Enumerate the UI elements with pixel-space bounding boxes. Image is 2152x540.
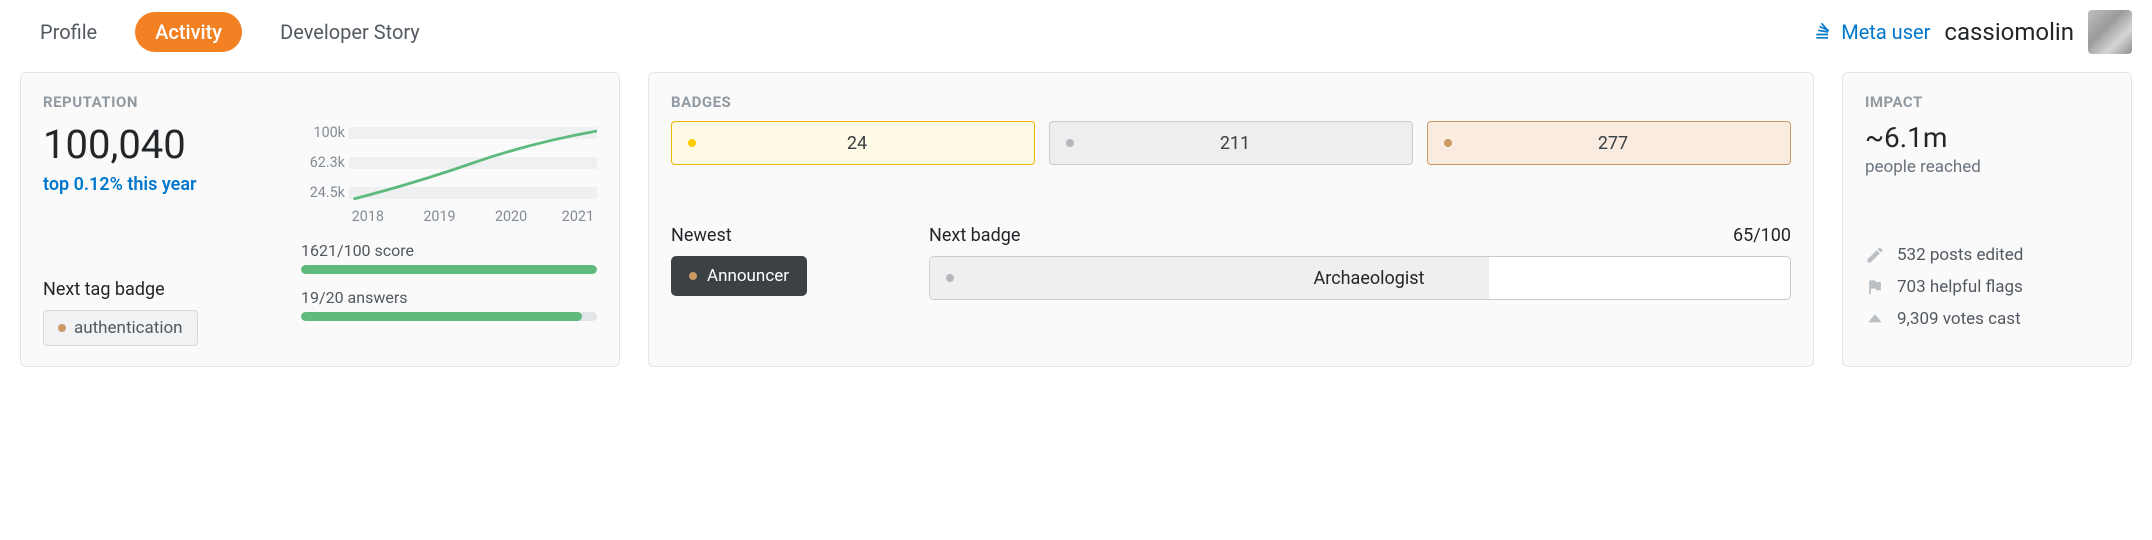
- chart-ytick-1: 62.3k: [310, 153, 346, 171]
- people-reached-label: people reached: [1865, 157, 2109, 177]
- gold-dot-icon: [688, 139, 696, 147]
- bronze-dot-icon: [1444, 139, 1452, 147]
- meta-user-label: Meta user: [1841, 20, 1930, 44]
- chart-xtick-0: 2018: [352, 207, 384, 225]
- flag-icon: [1865, 277, 1885, 297]
- answers-progress-label: 19/20 answers: [301, 288, 597, 307]
- impact-card: IMPACT ~6.1m people reached 532 posts ed…: [1842, 72, 2132, 367]
- score-progress-label: 1621/100 score: [301, 241, 597, 260]
- people-reached-count: ~6.1m: [1865, 121, 2109, 154]
- next-badge-label: Next badge: [929, 225, 1020, 246]
- posts-edited-row[interactable]: 532 posts edited: [1865, 245, 2109, 265]
- badges-card: BADGES 24 211 277 Newest An: [648, 72, 1814, 367]
- helpful-flags-row[interactable]: 703 helpful flags: [1865, 277, 2109, 297]
- reputation-chart[interactable]: 100k 62.3k 24.5k 2018 2019 2020 2021: [301, 121, 597, 241]
- silver-badge-count: 211: [1074, 133, 1396, 154]
- helpful-flags-text: 703 helpful flags: [1897, 277, 2023, 297]
- stackoverflow-meta-icon: [1813, 22, 1833, 42]
- silver-dot-icon: [946, 274, 954, 282]
- next-tag-badge-name: authentication: [74, 318, 183, 338]
- chart-xtick-2: 2020: [495, 207, 527, 225]
- next-badge-pill[interactable]: Archaeologist: [929, 256, 1791, 300]
- next-badge-name: Archaeologist: [964, 268, 1774, 289]
- chart-ytick-2: 100k: [314, 123, 346, 141]
- next-tag-badge-pill[interactable]: authentication: [43, 310, 198, 346]
- badges-title: BADGES: [671, 93, 1791, 111]
- pencil-icon: [1865, 245, 1885, 265]
- bronze-badge-count: 277: [1452, 133, 1774, 154]
- next-badge-progress: 65/100: [1733, 225, 1791, 246]
- reputation-title: REPUTATION: [43, 93, 597, 111]
- votes-cast-row[interactable]: 9,309 votes cast: [1865, 309, 2109, 329]
- bronze-dot-icon: [689, 272, 697, 280]
- profile-tabs: Profile Activity Developer Story: [20, 12, 440, 52]
- chart-xtick-1: 2019: [423, 207, 455, 225]
- username[interactable]: cassiomolin: [1944, 18, 2074, 46]
- avatar[interactable]: [2088, 10, 2132, 54]
- chart-xtick-3: 2021: [562, 207, 594, 225]
- tab-developer-story[interactable]: Developer Story: [260, 12, 440, 52]
- activity-cards: REPUTATION 100,040 top 0.12% this year 1…: [20, 72, 2132, 367]
- silver-dot-icon: [1066, 139, 1074, 147]
- tab-profile[interactable]: Profile: [20, 12, 117, 52]
- silver-badge-tile[interactable]: 211: [1049, 121, 1413, 165]
- chart-ytick-0: 24.5k: [310, 183, 346, 201]
- reputation-value: 100,040: [43, 121, 273, 168]
- meta-user-link[interactable]: Meta user: [1813, 20, 1930, 44]
- newest-label: Newest: [671, 225, 732, 246]
- reputation-rank-link[interactable]: top 0.12% this year: [43, 174, 273, 195]
- top-right: Meta user cassiomolin: [1813, 10, 2132, 54]
- newest-badge-pill[interactable]: Announcer: [671, 256, 807, 296]
- votes-cast-text: 9,309 votes cast: [1897, 309, 2021, 329]
- gold-badge-count: 24: [696, 133, 1018, 154]
- vote-up-icon: [1865, 309, 1885, 329]
- tab-activity[interactable]: Activity: [135, 12, 242, 52]
- posts-edited-text: 532 posts edited: [1897, 245, 2023, 265]
- bronze-badge-tile[interactable]: 277: [1427, 121, 1791, 165]
- top-bar: Profile Activity Developer Story Meta us…: [20, 0, 2132, 72]
- bronze-dot-icon: [58, 324, 66, 332]
- score-progress[interactable]: 1621/100 score: [301, 241, 597, 274]
- impact-title: IMPACT: [1865, 93, 2109, 111]
- next-tag-badge-label: Next tag badge: [43, 279, 273, 300]
- answers-progress[interactable]: 19/20 answers: [301, 288, 597, 321]
- newest-badge-name: Announcer: [707, 266, 789, 286]
- reputation-card: REPUTATION 100,040 top 0.12% this year 1…: [20, 72, 620, 367]
- gold-badge-tile[interactable]: 24: [671, 121, 1035, 165]
